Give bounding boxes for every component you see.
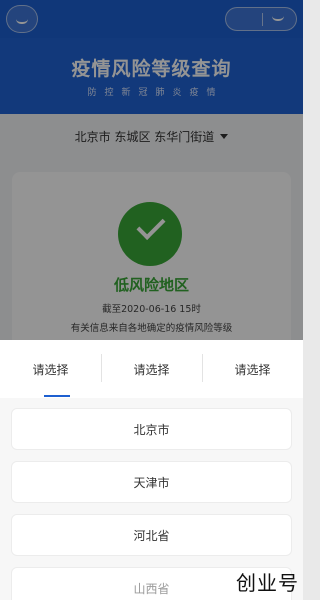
option-beijing[interactable]: 北京市 (11, 408, 292, 450)
tab-district[interactable]: 请选择 (202, 340, 303, 398)
watermark-text: 创业号 (236, 571, 299, 595)
region-picker-sheet: 请选择 请选择 请选择 北京市 天津市 河北省 山西省 (0, 340, 303, 600)
tab-city[interactable]: 请选择 (101, 340, 202, 398)
picker-tabs: 请选择 请选择 请选择 (0, 340, 303, 398)
option-tianjin[interactable]: 天津市 (11, 461, 292, 503)
option-hebei[interactable]: 河北省 (11, 514, 292, 556)
modal-overlay[interactable] (0, 0, 303, 340)
active-tab-indicator (44, 395, 70, 397)
tab-province[interactable]: 请选择 (0, 340, 101, 398)
